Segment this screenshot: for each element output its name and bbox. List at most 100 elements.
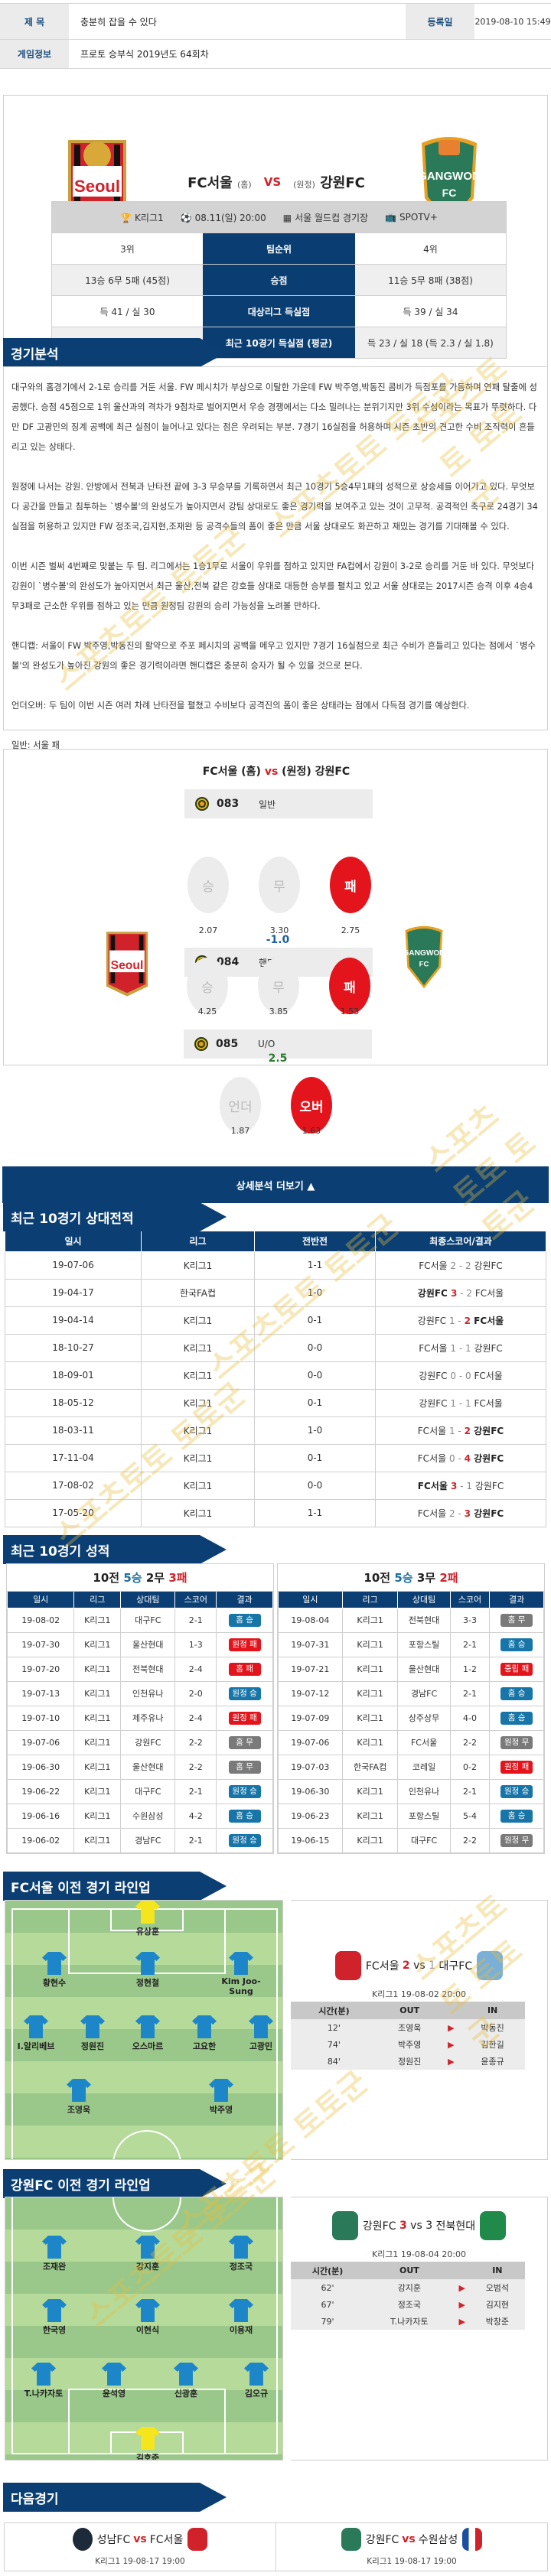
form-date: 19-06-02 <box>6 1827 75 1853</box>
form-col-header: 일시 <box>6 1592 75 1608</box>
form-date: 19-07-13 <box>6 1680 75 1706</box>
fc-seoul-logo: Seoul <box>106 932 148 997</box>
form-result-cell: 중립 패 <box>489 1656 544 1682</box>
form-score: 2-1 <box>449 1778 491 1804</box>
svg-text:FC: FC <box>419 961 429 969</box>
form-date: 19-08-02 <box>6 1607 75 1633</box>
sub-in-player: 박동진 <box>460 2019 525 2036</box>
form-opponent: 대구FC <box>120 1778 176 1804</box>
sub-out-player: 정원진 <box>377 2053 442 2070</box>
form-date: 19-07-06 <box>6 1729 75 1755</box>
h2h-league: K리그1 <box>141 1361 255 1390</box>
odds-general-lose[interactable]: 패 <box>330 857 371 913</box>
odds-over[interactable]: 오버 <box>291 1077 332 1134</box>
subs-col-header: OUT <box>364 2262 455 2279</box>
seongnam-logo <box>72 2527 93 2551</box>
result-badge: 원정 승 <box>500 1784 533 1798</box>
team2-name: 전북현대 <box>432 2220 476 2233</box>
h2h-final-score: FC서울 2 - 2 강원FC <box>375 1251 546 1280</box>
form-col-header: 스코어 <box>174 1592 217 1608</box>
form-col-header: 결과 <box>489 1592 544 1608</box>
team-name: FC서울 <box>417 1452 449 1464</box>
player: T.나카자토 <box>13 2363 74 2399</box>
form-league: K리그1 <box>73 1680 122 1706</box>
result-badge: 홈 승 <box>500 1638 533 1651</box>
stat-label: 최근 10경기 득실점 (평균) <box>203 327 355 358</box>
gameinfo-value: 프로토 승부식 2019년도 64회차 <box>80 49 209 60</box>
title-label: 제 목 <box>0 4 69 39</box>
player: 이용재 <box>210 2299 272 2336</box>
analysis-paragraph: 원정에 나서는 강원. 안방에서 전북과 난타전 끝에 3-3 무승부를 기록하… <box>11 482 538 532</box>
post-header: 제 목 충분히 잡을 수 있다 등록일 2019-08-10 15:49 게임정… <box>0 3 551 69</box>
fc-seoul-logo <box>187 2527 208 2551</box>
sub-minute: 62' <box>291 2279 365 2296</box>
odds-value: 4.25 <box>197 1007 217 1016</box>
player: 김호준 <box>117 2427 178 2460</box>
shirt-icon <box>67 2079 91 2102</box>
previous-match-title: FC서울 2 vs 1 대구FC <box>291 1947 547 1985</box>
table-row: 79' T.나카자토 ▶ 박창준 <box>291 2313 525 2330</box>
odds-value: 3.85 <box>269 1007 289 1016</box>
gangwon-fc-logo <box>341 2527 361 2551</box>
suwon-logo <box>462 2527 483 2551</box>
odds-value: 1.63 <box>302 1126 321 1136</box>
form-date: 19-06-15 <box>278 1827 343 1853</box>
form-opponent: 전북현대 <box>120 1656 176 1682</box>
h2h-final-score: FC서울 0 - 4 강원FC <box>375 1443 546 1472</box>
team-name: 강원FC <box>417 1287 452 1299</box>
sub-arrow-icon: ▶ <box>454 2313 470 2330</box>
form-result-cell: 원정 승 <box>216 1778 273 1804</box>
h2h-league: 한국FA컵 <box>141 1278 255 1307</box>
table-row: 19-06-30 K리그1 울산현대 2-2 홈 무 <box>6 1754 273 1780</box>
away-form-summary: 10전 5승 3무 2패 <box>278 1564 544 1592</box>
form-date: 19-07-03 <box>278 1754 343 1780</box>
h2h-halftime: 0-1 <box>254 1443 376 1472</box>
home-form-table: 10전 5승 2무 3패 일시 리그 상대팀 스코어 결과 19-08-02 K리그1 대구F… <box>6 1563 274 1854</box>
form-result-cell: 홈 승 <box>216 1803 273 1829</box>
player: 조재완 <box>24 2236 85 2272</box>
player-name: T.나카자토 <box>24 2389 64 2399</box>
result-badge: 홈 무 <box>228 1760 261 1774</box>
section-title-recent: 최근 10경기 성적 <box>3 1535 227 1564</box>
odds-general-win[interactable]: 승 <box>187 857 229 913</box>
player-name: 이현식 <box>135 2325 160 2335</box>
player: 한국영 <box>24 2299 85 2336</box>
shirt-icon <box>249 2015 273 2038</box>
odds-handicap-win[interactable]: 승 <box>187 958 228 1014</box>
odds-under[interactable]: 언더 <box>220 1077 261 1134</box>
h2h-halftime: 1-1 <box>254 1251 376 1280</box>
h2h-date: 17-05-20 <box>5 1498 142 1527</box>
table-row: 18-09-01 K리그1 0-0 강원FC 0 - 0 FC서울 <box>5 1361 546 1390</box>
team-name: 강원FC <box>417 1315 449 1326</box>
odds-handicap-lose[interactable]: 패 <box>329 958 370 1014</box>
form-score: 2-0 <box>174 1680 217 1706</box>
table-row: 19-07-20 K리그1 전북현대 2-4 홈 패 <box>6 1656 273 1682</box>
more-analysis-button[interactable]: 상세분석 더보기 ▲ <box>2 1166 549 1203</box>
post-title: 충분히 잡을 수 있다 <box>80 16 157 28</box>
odds-general-draw[interactable]: 무 <box>259 857 300 913</box>
score: 0 <box>448 1452 455 1464</box>
next-game-away[interactable]: 강원FC vs 수원삼성 K리그1 19-08-17 19:00 <box>276 2523 547 2571</box>
score: 2 <box>448 1508 455 1519</box>
next-game-home[interactable]: 성남FC vs FC서울 K리그1 19-08-17 19:00 <box>5 2523 276 2571</box>
form-score: 2-2 <box>174 1729 217 1755</box>
odds-handicap-draw[interactable]: 무 <box>258 958 299 1014</box>
player: 정조국 <box>210 2236 272 2272</box>
result-badge: 원정 무 <box>500 1735 533 1749</box>
shirt-icon <box>42 2236 67 2259</box>
stat-home-value: 13승 6무 5패 (45점) <box>85 275 170 286</box>
form-league: 한국FA컵 <box>341 1754 399 1780</box>
score-separator: - <box>455 1425 465 1436</box>
home-team-name: FC서울 (홈) <box>187 175 252 191</box>
stadium-info: ▦ 서울 월드컵 경기장 <box>282 212 369 223</box>
player-name: I.알리베브 <box>17 2041 55 2051</box>
table-row: 19-07-10 K리그1 제주유나 2-4 원정 패 <box>6 1705 273 1731</box>
ball-icon: ⚽ <box>180 212 192 223</box>
h2h-date: 19-04-17 <box>5 1278 142 1307</box>
shirt-icon <box>135 2299 160 2322</box>
player-name: 윤석영 <box>102 2389 126 2399</box>
score: 2 <box>450 1260 457 1271</box>
target-icon <box>195 797 209 811</box>
substitutions-table: 시간(분) OUT IN 12' 조영욱 ▶ 박동진 74' 박주영 ▶ 김한길 84' 정원진 ▶ 윤종규 <box>291 2002 525 2070</box>
form-league: K리그1 <box>341 1680 399 1706</box>
